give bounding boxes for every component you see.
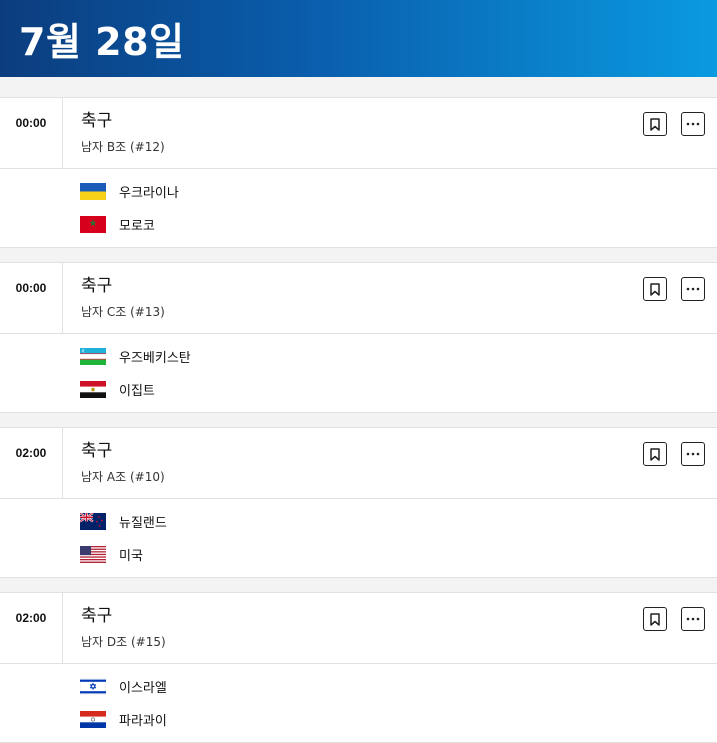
- more-options-icon: [686, 122, 700, 126]
- sport-name: 축구: [81, 441, 113, 461]
- team-name: 파라과이: [119, 714, 167, 729]
- team-row: 우크라이나: [80, 175, 717, 208]
- egypt-flag-icon: [80, 381, 106, 398]
- match-group: 남자 C조 (#13): [81, 305, 165, 319]
- match-group: 남자 D조 (#15): [81, 635, 166, 649]
- paraguay-flag-icon: [80, 711, 106, 728]
- spacer: [0, 248, 717, 262]
- team-row: 파라과이: [80, 703, 717, 736]
- more-options-button[interactable]: [681, 112, 705, 136]
- sport-name: 축구: [81, 111, 113, 131]
- more-options-icon: [686, 617, 700, 621]
- team-row: 이스라엘: [80, 670, 717, 703]
- spacer: [0, 578, 717, 592]
- bookmark-button[interactable]: [643, 607, 667, 631]
- more-options-button[interactable]: [681, 277, 705, 301]
- match-time: 02:00: [0, 593, 63, 663]
- sport-name: 축구: [81, 606, 113, 626]
- match-group: 남자 B조 (#12): [81, 140, 165, 154]
- match-card[interactable]: 00:00 축구 남자 B조 (#12) 우크라이나 모로코: [0, 97, 717, 248]
- bookmark-button[interactable]: [643, 442, 667, 466]
- match-card[interactable]: 00:00 축구 남자 C조 (#13) 우즈베키스탄 이집트: [0, 262, 717, 413]
- team-name: 이집트: [119, 384, 155, 399]
- bookmark-icon: [650, 117, 660, 131]
- spacer: [0, 77, 717, 97]
- bookmark-icon: [650, 612, 660, 626]
- team-name: 우즈베키스탄: [119, 351, 191, 366]
- morocco-flag-icon: [80, 216, 106, 233]
- more-options-icon: [686, 452, 700, 456]
- match-time: 00:00: [0, 263, 63, 333]
- uzbekistan-flag-icon: [80, 348, 106, 365]
- date-header: 7월 28일: [0, 0, 717, 77]
- team-row: 뉴질랜드: [80, 505, 717, 538]
- new-zealand-flag-icon: [80, 513, 106, 530]
- team-name: 미국: [119, 549, 143, 564]
- more-options-button[interactable]: [681, 442, 705, 466]
- more-options-button[interactable]: [681, 607, 705, 631]
- match-card[interactable]: 02:00 축구 남자 A조 (#10) 뉴질랜드 미국: [0, 427, 717, 578]
- spacer: [0, 413, 717, 427]
- match-time: 00:00: [0, 98, 63, 168]
- bookmark-button[interactable]: [643, 112, 667, 136]
- team-name: 우크라이나: [119, 186, 179, 201]
- bookmark-button[interactable]: [643, 277, 667, 301]
- more-options-icon: [686, 287, 700, 291]
- israel-flag-icon: [80, 678, 106, 695]
- bookmark-icon: [650, 282, 660, 296]
- match-card[interactable]: 02:00 축구 남자 D조 (#15) 이스라엘 파라과이: [0, 592, 717, 743]
- team-name: 뉴질랜드: [119, 516, 167, 531]
- team-name: 이스라엘: [119, 681, 167, 696]
- sport-name: 축구: [81, 276, 113, 296]
- ukraine-flag-icon: [80, 183, 106, 200]
- date-title: 7월 28일: [19, 20, 185, 64]
- team-row: 우즈베키스탄: [80, 340, 717, 373]
- team-row: 이집트: [80, 373, 717, 406]
- usa-flag-icon: [80, 546, 106, 563]
- team-name: 모로코: [119, 219, 155, 234]
- match-group: 남자 A조 (#10): [81, 470, 165, 484]
- match-time: 02:00: [0, 428, 63, 498]
- team-row: 미국: [80, 538, 717, 571]
- team-row: 모로코: [80, 208, 717, 241]
- bookmark-icon: [650, 447, 660, 461]
